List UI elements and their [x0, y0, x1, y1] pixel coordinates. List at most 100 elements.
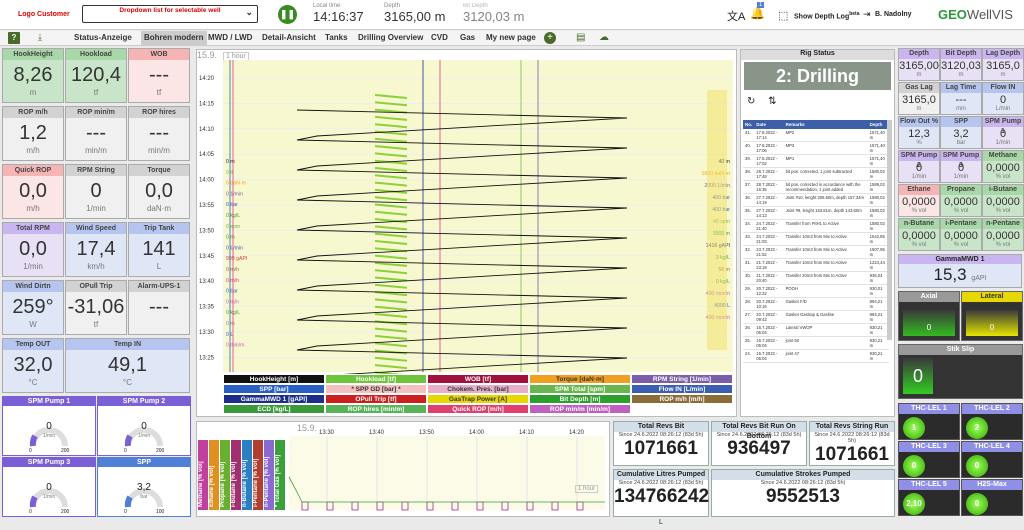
tile-hookload[interactable]: Hookload 120,4 tf [65, 48, 127, 103]
rig-remarks-table[interactable]: No. Date Remarks Depth 41. 17.8.2022 - 17:14 M… [743, 120, 891, 412]
table-row[interactable]: 30. 21.7.2022 - 20:40 Transfer 20m3 from M… [743, 271, 889, 285]
tile-right-n-butane[interactable]: n-Butane 0,0000% vol [898, 218, 940, 251]
table-icon[interactable]: ▤ [576, 32, 585, 43]
tile-right-ethane[interactable]: Ethane 0,0000% vol [898, 184, 940, 217]
tile-right-lag-depth[interactable]: Lag Depth 3165,0 m [982, 48, 1024, 81]
tile-alarm-ups-1[interactable]: Alarm-UPS-1 --- [128, 280, 190, 335]
tile-right-propane[interactable]: Propane 0,0000% vol [940, 184, 982, 217]
table-row[interactable]: 37. 28.7.2022 - 16:35 bit pos. corrected i… [743, 180, 889, 194]
legend-item[interactable]: Torque [daN·m] [529, 374, 631, 384]
scrollbar[interactable] [887, 120, 892, 340]
download-icon[interactable]: ⤓ [38, 32, 42, 43]
tab-3[interactable]: Detail-Ansicht [262, 33, 316, 42]
bell-icon[interactable]: 🔔 1 [750, 2, 765, 20]
tile-temp-out[interactable]: Temp OUT 32,0 °C [2, 338, 64, 393]
legend-item[interactable]: * SPP GD [bar] * [325, 384, 427, 394]
sort-icon[interactable]: ⇅ [768, 96, 776, 107]
tile-right-bit-depth[interactable]: Bit Depth 3120,03 m [940, 48, 982, 81]
legend-item[interactable]: RPM String [1/min] [631, 374, 733, 384]
tile-total-rpm[interactable]: Total RPM 0,0 1/min [2, 222, 64, 277]
user-name[interactable]: B. Nadolny [875, 11, 912, 18]
tile-wob[interactable]: WOB --- tf [128, 48, 190, 103]
depth-log-icon[interactable]: ⬚ [778, 9, 788, 22]
table-row[interactable]: 29. 20.7.2022 - 12:22 POOH 930,01 m [743, 284, 889, 298]
tile-right-gas-lag[interactable]: Gas Lag 3165,0 m [898, 82, 940, 115]
table-row[interactable]: 31. 21.7.2022 - 23:18 Transfer 10m3 from M… [743, 258, 889, 272]
tile-rop-min-m[interactable]: ROP min/m --- min/m [65, 106, 127, 161]
tile-wind-dirtn[interactable]: Wind Dirtn 259° W [2, 280, 64, 335]
legend-item[interactable]: OPull Trip [tf] [325, 394, 427, 404]
legend-item[interactable]: Hookload [tf] [325, 374, 427, 384]
tab-2[interactable]: MWD / LWD [208, 33, 252, 42]
table-row[interactable]: 40. 17.8.2022 - 17:06 MP3 1571,40 m [743, 141, 889, 155]
table-row[interactable]: 33. 24.7.2022 - 21:03 Transfer 10m3 from M… [743, 232, 889, 246]
refresh-icon[interactable]: ↻ [747, 96, 755, 107]
tab-1[interactable]: Bohren modern [141, 31, 207, 45]
table-row[interactable]: 25. 16.7.2022 - 05:04 joint 50 930,21 m [743, 336, 889, 350]
tile-right-flow-out-[interactable]: Flow Out % 12,3% [898, 116, 940, 149]
tile-opull-trip[interactable]: OPull Trip -31,06 tf [65, 280, 127, 335]
legend-item[interactable]: SPM Total [spm] [529, 384, 631, 394]
table-row[interactable]: 34. 24.7.2022 - 21:40 Transfer from PitH1 … [743, 219, 889, 233]
tile-rop-m-h[interactable]: ROP m/h 1,2 m/h [2, 106, 64, 161]
table-row[interactable]: 36. 27.7.2022 - 14:19 Joint #10, lenght 20… [743, 193, 889, 207]
legend-item[interactable]: ROP hires [min/m] [325, 404, 427, 414]
table-row[interactable]: 38. 28.7.2022 - 17:48 bit pos. corrected, … [743, 167, 889, 181]
legend-item[interactable]: Quick ROP [m/h] [427, 404, 529, 414]
table-row[interactable]: 27. 20.7.2022 - 09:42 Gasket Gastrap & Gas… [743, 310, 889, 324]
tile-right-depth[interactable]: Depth 3165,00 m [898, 48, 940, 81]
cloud-upload-icon[interactable]: ☁ [599, 32, 609, 43]
legend-item[interactable]: ECD [kg/L] [223, 404, 325, 414]
tile-trip-tank[interactable]: Trip Tank 141 L [128, 222, 190, 277]
legend-item[interactable]: ROP m/h [m/h] [631, 394, 733, 404]
tile-right-n-pentane[interactable]: n-Pentane 0,0000% vol [982, 218, 1024, 251]
tile-quick-rop[interactable]: Quick ROP 0,0 m/h [2, 164, 64, 219]
help-button[interactable]: ? [8, 32, 20, 44]
tile-right-methane[interactable]: Methane 0,0000% vol [982, 150, 1024, 183]
tab-5[interactable]: Drilling Overview [358, 33, 423, 42]
tile-right-spm-pump-3[interactable]: SPM Pump 3 0 1/min [940, 150, 982, 183]
tile-right-spp[interactable]: SPP 3,2 bar [940, 116, 982, 149]
tile-rop-hires[interactable]: ROP hires --- min/m [128, 106, 190, 161]
table-row[interactable]: 39. 17.8.2022 - 17:02 MP1 1571,40 m [743, 154, 889, 168]
logout-icon[interactable]: ⇥ [863, 9, 871, 20]
legend-item[interactable]: GasTrap Power [A] [427, 394, 529, 404]
tab-6[interactable]: CVD [431, 33, 448, 42]
tile-torque[interactable]: Torque 0,0 daN·m [128, 164, 190, 219]
legend-item[interactable]: HookHeight [m] [223, 374, 325, 384]
tile-right-i-pentane[interactable]: i-Pentane 0,0000% vol [940, 218, 982, 251]
tile-wind-speed[interactable]: Wind Speed 17,4 km/h [65, 222, 127, 277]
tile-right-spm-pump-1[interactable]: SPM Pump 1 0 1/min [982, 116, 1024, 149]
table-row[interactable]: 41. 17.8.2022 - 17:14 MP2 1571,40 m [743, 129, 889, 142]
tile-hookheight[interactable]: HookHeight 8,26 m [2, 48, 64, 103]
tile-right-flow-in[interactable]: Flow IN 0 L/min [982, 82, 1024, 115]
show-depth-log-link[interactable]: Show Depth Logbeta [794, 11, 860, 20]
table-row[interactable]: 32. 23.7.2022 - 21:52 Transfer 10m3 from M… [743, 245, 889, 259]
pause-button[interactable]: ❚❚ [278, 5, 297, 24]
table-row[interactable]: 26. 16.7.2022 - 05:04 Lateral VWOP 930,21 m [743, 323, 889, 337]
legend-item[interactable]: Flow IN [L/min] [631, 384, 733, 394]
legend-item[interactable]: Chokem. Pres. [bar] [427, 384, 529, 394]
well-dropdown[interactable]: Dropdown list for selectable well ⌄ [82, 5, 258, 23]
legend-item[interactable]: ROP min/m [min/m] [529, 404, 631, 414]
tile-right-spm-pump-2[interactable]: SPM Pump 2 0 1/min [898, 150, 940, 183]
table-row[interactable]: 28. 20.7.2022 - 10:16 Gasket F/D 894,21 m [743, 297, 889, 311]
table-row[interactable]: 24. 15.7.2022 - 05:04 joint 47 930,21 m [743, 349, 889, 363]
tile-right-i-butane[interactable]: i-Butane 0,0000% vol [982, 184, 1024, 217]
legend-item[interactable]: SPP [bar] [223, 384, 325, 394]
tab-0[interactable]: Status-Anzeige [74, 33, 132, 42]
drilling-time-chart[interactable]: 15.9. 1 hour 14:20 14:15 14:10 14:05 14:00 13… [196, 49, 737, 417]
add-page-icon[interactable]: + [544, 32, 556, 44]
tab-8[interactable]: My new page [486, 33, 536, 42]
legend-item[interactable]: WOB [tf] [427, 374, 529, 384]
legend-item[interactable]: GammaMWD 1 [gAPI] [223, 394, 325, 404]
translate-icon[interactable]: 文A [727, 8, 745, 24]
tile-temp-in[interactable]: Temp IN 49,1 °C [65, 338, 190, 393]
tile-right-lag-time[interactable]: Lag Time --- min [940, 82, 982, 115]
tab-4[interactable]: Tanks [325, 33, 348, 42]
tile-rpm-string[interactable]: RPM String 0 1/min [65, 164, 127, 219]
gas-interval-select[interactable]: 1 hour [575, 485, 599, 493]
table-row[interactable]: 35. 27.7.2022 - 14:13 Joint #9, lenght 153… [743, 206, 889, 220]
tab-7[interactable]: Gas [460, 33, 475, 42]
gas-chart[interactable]: Methane [% vol] Ethane [% vol] Propane [% … [196, 421, 610, 517]
